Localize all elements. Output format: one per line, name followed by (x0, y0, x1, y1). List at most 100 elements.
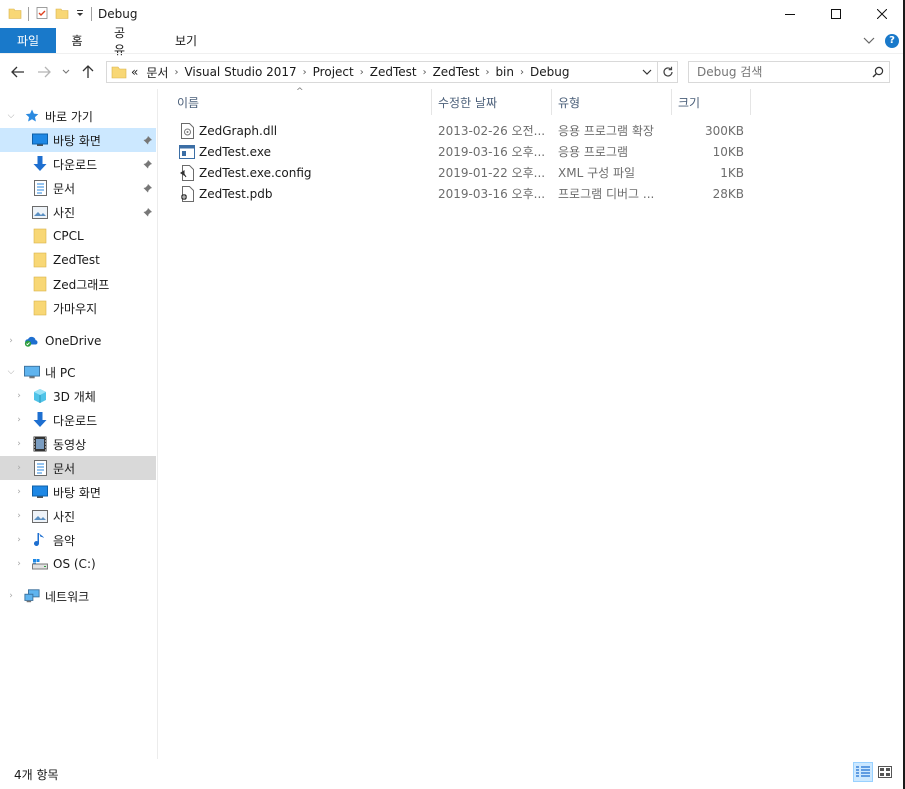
file-name: ZedGraph.dll (199, 123, 278, 138)
chevron-right-icon[interactable]: › (421, 67, 429, 78)
sidebar-item-label: 바탕 화면 (53, 133, 101, 148)
forward-button[interactable] (36, 64, 52, 80)
address-bar[interactable]: « 문서 › Visual Studio 2017 › Project › Ze… (106, 61, 678, 83)
sidebar-item-quick-access[interactable]: ⌵ 바로 가기 (0, 104, 156, 128)
column-divider[interactable] (750, 89, 751, 115)
customize-toolbar-icon[interactable] (75, 7, 85, 21)
sidebar-item-music[interactable]: › 음악 (0, 528, 156, 552)
sidebar-item-pc-desktop[interactable]: › 바탕 화면 (0, 480, 156, 504)
sidebar-item-zedgraph[interactable]: Zed그래프 (0, 272, 156, 296)
pdb-file-icon (179, 185, 195, 202)
file-row[interactable]: ZedTest.pdb 2019-03-16 오후... 프로그램 디버그 ..… (177, 183, 747, 204)
chevron-right-icon[interactable]: › (14, 432, 24, 456)
tab-share[interactable]: 공유 (98, 26, 150, 57)
sidebar-item-onedrive[interactable]: › OneDrive (0, 329, 156, 353)
search-input[interactable] (697, 65, 867, 79)
close-button[interactable] (859, 0, 905, 28)
recent-locations-button[interactable] (62, 64, 70, 80)
sidebar-item-drive-c[interactable]: › OS (C:) (0, 552, 156, 576)
refresh-button[interactable] (657, 62, 677, 82)
maximize-button[interactable] (813, 0, 859, 28)
chevron-right-icon[interactable]: › (518, 67, 526, 78)
pin-icon[interactable] (142, 128, 152, 152)
file-name: ZedTest.exe (199, 144, 271, 159)
chevron-right-icon[interactable]: › (358, 67, 366, 78)
column-header-date[interactable]: 수정한 날짜 (432, 89, 551, 115)
sidebar-item-documents[interactable]: 문서 (0, 176, 156, 200)
sidebar-item-desktop[interactable]: 바탕 화면 (0, 128, 156, 152)
chevron-down-icon[interactable]: ⌵ (6, 360, 16, 384)
back-button[interactable] (10, 64, 26, 80)
large-icons-view-button[interactable] (875, 762, 895, 782)
chevron-right-icon[interactable]: › (14, 504, 24, 528)
tab-file[interactable]: 파일 (0, 28, 56, 53)
file-type: 프로그램 디버그 ... (558, 187, 655, 201)
breadcrumb-item[interactable]: Visual Studio 2017 (180, 65, 300, 79)
chevron-right-icon[interactable]: › (14, 528, 24, 552)
search-icon[interactable] (867, 62, 889, 82)
chevron-right-icon[interactable]: › (483, 67, 491, 78)
sidebar-item-label: 동영상 (53, 437, 87, 452)
documents-icon (32, 460, 48, 476)
sidebar-item-cpcl[interactable]: CPCL (0, 224, 156, 248)
search-box[interactable] (688, 61, 890, 83)
chevron-down-icon[interactable]: ⌵ (6, 104, 16, 128)
chevron-right-icon[interactable]: › (172, 67, 180, 78)
file-row[interactable]: ZedGraph.dll 2013-02-26 오전... 응용 프로그램 확장… (177, 120, 747, 141)
help-icon[interactable]: ? (885, 33, 899, 48)
file-date: 2013-02-26 오전... (438, 124, 546, 138)
column-header-type[interactable]: 유형 (552, 89, 671, 115)
tab-home[interactable]: 홈 (56, 28, 98, 53)
desktop-icon (32, 132, 48, 148)
sidebar-item-label: 내 PC (45, 365, 76, 380)
sidebar-item-zedtest[interactable]: ZedTest (0, 248, 156, 272)
pin-icon[interactable] (142, 176, 152, 200)
title-bar: Debug (0, 0, 905, 28)
chevron-right-icon[interactable]: › (14, 408, 24, 432)
breadcrumb: « 문서 › Visual Studio 2017 › Project › Ze… (107, 62, 637, 82)
sidebar-item-pc-pictures[interactable]: › 사진 (0, 504, 156, 528)
chevron-right-icon[interactable]: › (14, 480, 24, 504)
sidebar-item-this-pc[interactable]: ⌵ 내 PC (0, 360, 156, 384)
sidebar-item-videos[interactable]: › 동영상 (0, 432, 156, 456)
sidebar-item-label: 바탕 화면 (53, 485, 101, 500)
breadcrumb-item[interactable]: ZedTest (366, 65, 421, 79)
minimize-button[interactable] (767, 0, 813, 28)
sidebar-item-3d-objects[interactable]: › 3D 개체 (0, 384, 156, 408)
tab-view[interactable]: 보기 (150, 28, 222, 53)
details-view-button[interactable] (853, 762, 873, 782)
chevron-right-icon[interactable]: › (14, 384, 24, 408)
sidebar-item-network[interactable]: › 네트워크 (0, 584, 156, 608)
column-header-name[interactable]: 이름 (169, 89, 431, 115)
config-file-icon (179, 164, 195, 181)
breadcrumb-item[interactable]: bin (491, 65, 518, 79)
breadcrumb-item[interactable]: Project (309, 65, 358, 79)
chevron-right-icon[interactable]: › (14, 552, 24, 576)
properties-icon[interactable] (35, 6, 49, 23)
network-icon (24, 588, 40, 604)
chevron-right-icon[interactable]: › (6, 584, 16, 608)
column-header-size[interactable]: 크기 (672, 89, 750, 115)
chevron-right-icon[interactable]: › (6, 329, 16, 353)
sidebar-item-pc-documents[interactable]: › 문서 (0, 456, 156, 480)
chevron-right-icon[interactable]: › (14, 456, 24, 480)
column-header-label: 이름 (177, 95, 200, 110)
sidebar-item-pc-downloads[interactable]: › 다운로드 (0, 408, 156, 432)
column-header-label: 크기 (678, 95, 701, 110)
up-button[interactable] (80, 64, 96, 80)
file-row[interactable]: ZedTest.exe.config 2019-01-22 오후... XML … (177, 162, 747, 183)
expand-ribbon-icon[interactable] (863, 34, 875, 48)
sidebar-item-downloads[interactable]: 다운로드 (0, 152, 156, 176)
chevron-right-icon[interactable]: › (301, 67, 309, 78)
pin-icon[interactable] (142, 152, 152, 176)
pin-icon[interactable] (142, 200, 152, 224)
breadcrumb-overflow[interactable]: « (127, 65, 142, 79)
sidebar-item-pictures[interactable]: 사진 (0, 200, 156, 224)
address-history-button[interactable] (637, 62, 657, 82)
breadcrumb-item[interactable]: ZedTest (429, 65, 484, 79)
new-folder-icon[interactable] (55, 6, 69, 23)
file-row[interactable]: ZedTest.exe 2019-03-16 오후... 응용 프로그램 10K… (177, 141, 747, 162)
breadcrumb-item[interactable]: 문서 (142, 64, 172, 81)
sidebar-item-gamauji[interactable]: 가마우지 (0, 296, 156, 320)
breadcrumb-item-current[interactable]: Debug (526, 65, 573, 79)
